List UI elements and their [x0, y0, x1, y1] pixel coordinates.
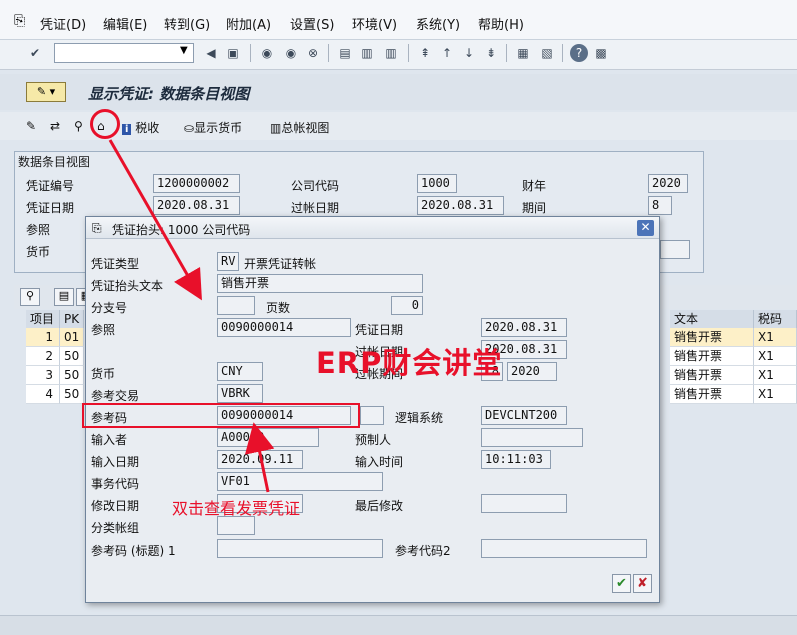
- hint-text: 双击查看发票凭证: [172, 499, 301, 518]
- watermark-text: ERP财会讲堂: [316, 346, 503, 380]
- annotation-arrows: [108, 139, 275, 493]
- status-bar: [0, 615, 797, 635]
- arrow-to-dialog: [108, 139, 202, 301]
- arrow-to-ref-key: [244, 422, 275, 493]
